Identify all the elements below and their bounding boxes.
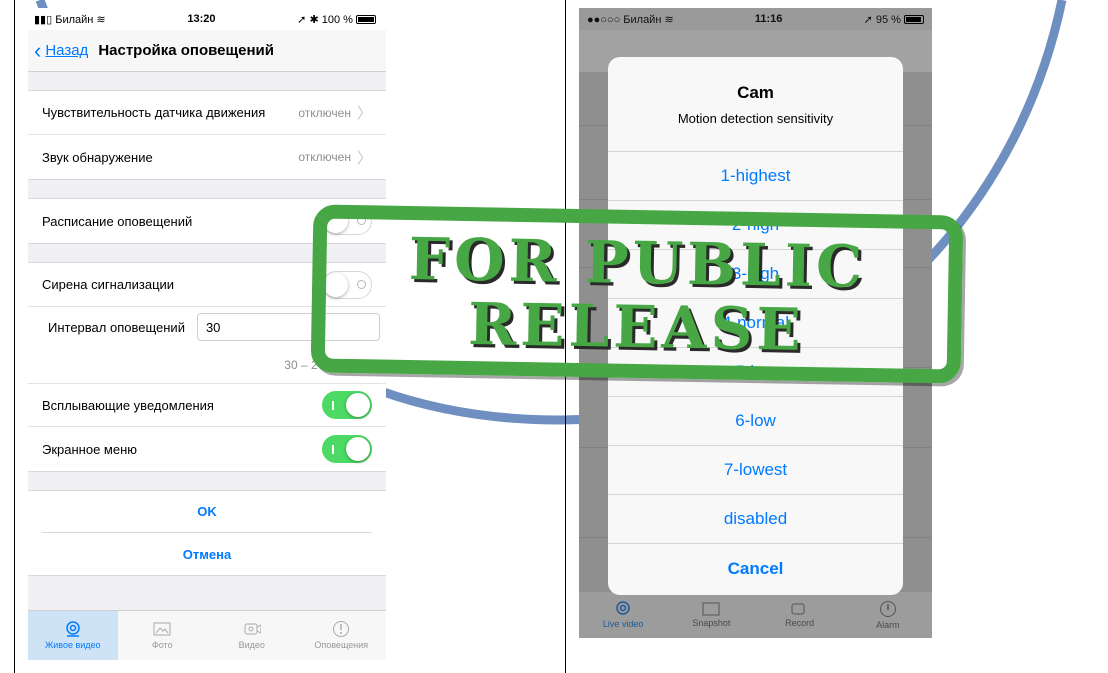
navigation-bar: ‹ Назад Настройка оповещений	[28, 30, 386, 72]
tab-video[interactable]: Видео	[207, 611, 297, 660]
alert-title: Cam	[737, 82, 774, 102]
tab-bar: Живое видео Фото Видео Оповещения	[28, 610, 386, 660]
tab-label: Живое видео	[44, 640, 101, 650]
carrier-label: ▮▮▯ Билайн ≋	[34, 13, 106, 26]
image-icon	[702, 602, 720, 618]
sensitivity-group: Чувствительность датчика движения отключ…	[28, 90, 386, 180]
tab-label: Live video	[602, 619, 644, 629]
motion-sensitivity-row[interactable]: Чувствительность датчика движения отключ…	[28, 91, 386, 135]
tab-bar: Live video Snapshot Record Alarm	[579, 592, 932, 638]
table-border-left	[14, 0, 15, 673]
row-label: Всплывающие уведомления	[42, 397, 214, 413]
clock: 11:16	[754, 13, 783, 25]
battery-indicator: ➚ ✱ 100 %	[297, 13, 376, 26]
row-label: Расписание оповещений	[42, 213, 193, 229]
option-disabled[interactable]: disabled	[608, 495, 903, 544]
carrier-label: ●●○○○ Билайн ≋	[587, 13, 674, 26]
row-label: Сирена сигнализации	[42, 277, 175, 292]
tab-label: Alarm	[876, 620, 900, 630]
option-6-low[interactable]: 6-low	[608, 397, 903, 446]
alert-icon	[879, 600, 897, 620]
tab-live-video[interactable]: Live video	[579, 592, 667, 638]
interval-label: Интервал оповещений	[48, 319, 185, 335]
tab-label: Фото	[151, 640, 173, 650]
popup-notifications-toggle[interactable]	[322, 391, 372, 419]
ok-button[interactable]: OK	[42, 491, 372, 533]
alert-cancel-button[interactable]: Cancel	[608, 544, 903, 593]
tab-live-video[interactable]: Живое видео	[28, 611, 118, 660]
back-chevron-icon[interactable]: ‹	[34, 39, 41, 62]
row-label: Чувствительность датчика движения	[42, 105, 266, 120]
osd-toggle[interactable]	[322, 435, 372, 463]
live-video-icon	[64, 621, 82, 637]
tab-label: Snapshot	[692, 618, 731, 628]
tab-label: Record	[785, 618, 815, 628]
clock: 13:20	[187, 13, 216, 25]
tab-label: Оповещения	[314, 640, 369, 650]
tab-alarm[interactable]: Alarm	[844, 592, 932, 638]
status-bar: ●●○○○ Билайн ≋ 11:16 ➚ 95 %	[579, 8, 932, 30]
status-bar: ▮▮▯ Билайн ≋ 13:20 ➚ ✱ 100 %	[28, 8, 386, 30]
row-value: отключен	[298, 105, 351, 120]
video-camera-icon	[243, 621, 261, 637]
detection-sound-row[interactable]: Звук обнаружение отключен 〉	[28, 135, 386, 179]
stamp-line-1: FOR PUBLIC	[408, 225, 867, 301]
option-7-lowest[interactable]: 7-lowest	[608, 446, 903, 495]
document-page: ▮▮▯ Билайн ≋ 13:20 ➚ ✱ 100 % ‹ Назад Нас…	[0, 0, 1108, 673]
cancel-button[interactable]: Отмена	[42, 533, 372, 575]
alert-icon	[332, 621, 350, 637]
row-value: отключен	[298, 150, 351, 164]
tab-snapshot[interactable]: Snapshot	[667, 592, 755, 638]
live-video-icon	[614, 601, 632, 619]
alert-header: Cam Motion detection sensitivity	[608, 57, 903, 152]
tab-photo[interactable]: Фото	[118, 611, 208, 660]
back-button[interactable]: Назад	[45, 42, 88, 59]
video-camera-icon	[790, 602, 810, 618]
page-title: Настройка оповещений	[98, 42, 274, 59]
popup-notifications-row: Всплывающие уведомления	[28, 383, 386, 427]
battery-indicator: ➚ 95 %	[864, 13, 924, 26]
tab-label: Видео	[238, 640, 265, 650]
chevron-right-icon: 〉	[356, 149, 372, 167]
option-1-highest[interactable]: 1-highest	[608, 152, 903, 201]
action-buttons: OK Отмена	[28, 490, 386, 576]
chevron-right-icon: 〉	[356, 105, 372, 122]
public-release-stamp: FOR PUBLIC RELEASE	[310, 204, 964, 384]
image-icon	[153, 621, 171, 637]
row-label: Экранное меню	[42, 441, 138, 457]
tab-alerts[interactable]: Оповещения	[297, 611, 387, 660]
tab-record[interactable]: Record	[756, 592, 844, 638]
alert-message: Motion detection sensitivity	[677, 110, 834, 126]
osd-row: Экранное меню	[28, 427, 386, 471]
stamp-line-2: RELEASE	[467, 290, 806, 364]
row-label: Звук обнаружение	[42, 149, 153, 165]
